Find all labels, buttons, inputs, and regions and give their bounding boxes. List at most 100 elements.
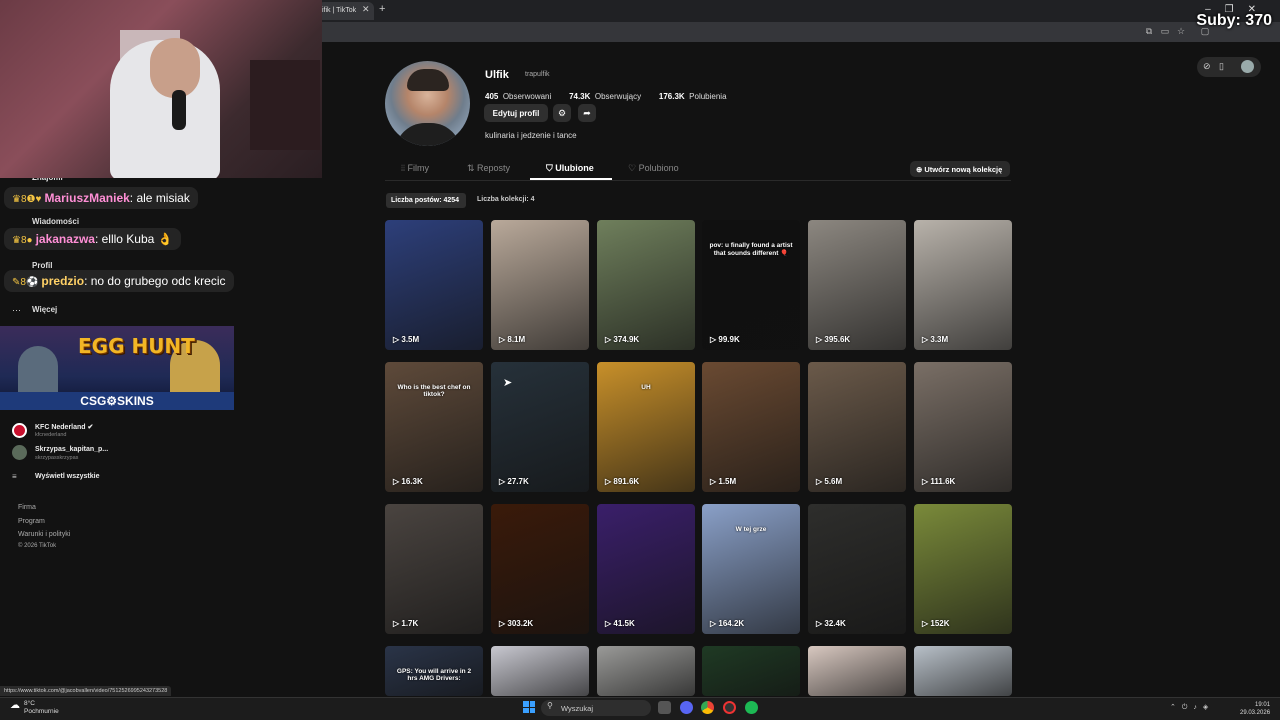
video-tile[interactable]: UH ▷ 891.6K bbox=[597, 362, 695, 492]
create-collection-button[interactable]: ⊕ Utwórz nową kolekcję bbox=[910, 161, 1010, 177]
chat-text: : no do grubego odc krecic bbox=[84, 274, 226, 288]
collections-count-chip[interactable]: Liczba kolekcji: 4 bbox=[477, 196, 535, 203]
clock-date: 29.03.2026 bbox=[1240, 710, 1271, 716]
video-caption: pov: u finally found a artist that sound… bbox=[709, 242, 793, 257]
video-views: ▷ 374.9K bbox=[605, 335, 640, 344]
video-views: ▷ 32.4K bbox=[816, 619, 846, 628]
see-all-link[interactable]: Wyświetl wszystkie bbox=[35, 473, 99, 480]
video-tile[interactable]: ▷ 1.7K bbox=[385, 504, 483, 634]
video-tile[interactable]: GPS: You will arrive in 2 hrs AMG Driver… bbox=[385, 646, 483, 696]
compass-icon[interactable]: ⊘ bbox=[1203, 61, 1211, 72]
sidebar-item-more[interactable]: Więcej bbox=[32, 305, 57, 314]
account-name[interactable]: Skrzypas_kapitan_p... bbox=[35, 446, 108, 453]
video-tile[interactable]: ▷ 3.5M bbox=[385, 220, 483, 350]
promo-brand: CSG⚙SKINS bbox=[0, 392, 234, 410]
device-icon[interactable]: ▯ bbox=[1219, 61, 1224, 72]
account-handle: kfcnederland bbox=[35, 432, 67, 438]
following-label: Obserwowani bbox=[502, 92, 552, 101]
video-tile[interactable]: ▷ 303.2K bbox=[491, 504, 589, 634]
profile-username: Ulfik bbox=[485, 69, 509, 81]
account-handle: skrzypasskrzypas bbox=[35, 455, 79, 461]
user-avatar[interactable] bbox=[1241, 60, 1254, 73]
sidebar-item-profile[interactable]: Profil bbox=[32, 261, 52, 270]
account-name[interactable]: KFC Nederland ✔ bbox=[35, 423, 93, 431]
search-icon: ⚲ bbox=[547, 701, 553, 710]
settings-icon[interactable]: ⚙ bbox=[553, 104, 571, 122]
new-tab-button[interactable]: + bbox=[379, 3, 385, 15]
video-tile[interactable] bbox=[597, 646, 695, 696]
spotify-icon[interactable] bbox=[745, 701, 758, 714]
video-views: ▷ 1.5M bbox=[710, 477, 737, 486]
footer-program[interactable]: Program bbox=[18, 518, 45, 525]
posts-count-chip[interactable]: Liczba postów: 4254 bbox=[386, 193, 466, 208]
video-tile[interactable]: ▷ 3.3M bbox=[914, 220, 1012, 350]
video-tile[interactable] bbox=[702, 646, 800, 696]
video-views: ▷ 8.1M bbox=[499, 335, 526, 344]
profile-stats: 405 Obserwowani 74.3K Obserwujący 176.3K… bbox=[485, 86, 727, 104]
video-tile[interactable]: ▷ 111.6K bbox=[914, 362, 1012, 492]
following-count[interactable]: 405 bbox=[485, 92, 498, 101]
tab-favorites[interactable]: ⛉ Ulubione bbox=[546, 163, 594, 174]
tabs-divider bbox=[385, 180, 1011, 181]
chat-badges: ♛8❶♥ bbox=[12, 194, 42, 205]
video-views: ▷ 152K bbox=[922, 619, 950, 628]
video-tile[interactable]: ▷ 5.6M bbox=[808, 362, 906, 492]
video-tile[interactable]: W tej grze ▷ 164.2K bbox=[702, 504, 800, 634]
video-tile[interactable]: ▷ 395.6K bbox=[808, 220, 906, 350]
video-tile[interactable]: pov: u finally found a artist that sound… bbox=[702, 220, 800, 350]
video-views: ▷ 395.6K bbox=[816, 335, 851, 344]
video-views: ▷ 5.6M bbox=[816, 477, 843, 486]
sidebar-item-messages[interactable]: Wiadomości bbox=[32, 217, 79, 226]
skrzypas-avatar[interactable] bbox=[12, 445, 27, 460]
video-caption: UH bbox=[641, 384, 651, 391]
mouse-cursor-icon: ➤ bbox=[503, 377, 513, 389]
video-views: ▷ 16.3K bbox=[393, 477, 423, 486]
profile-avatar[interactable] bbox=[385, 61, 470, 146]
translate-icon[interactable]: ⧉ bbox=[1144, 26, 1154, 36]
video-tile[interactable]: ▷ 374.9K bbox=[597, 220, 695, 350]
discord-icon[interactable] bbox=[680, 701, 693, 714]
video-tile[interactable]: ▷ 152K bbox=[914, 504, 1012, 634]
obs-icon[interactable] bbox=[723, 701, 736, 714]
followers-count[interactable]: 74.3K bbox=[569, 92, 590, 101]
subs-counter: Suby: 370 bbox=[1196, 12, 1272, 29]
avatar-shirt bbox=[395, 123, 461, 146]
tab-liked[interactable]: ♡ Polubiono bbox=[628, 163, 679, 174]
cast-icon[interactable]: ▭ bbox=[1160, 26, 1170, 36]
video-tile[interactable]: ▷ 32.4K bbox=[808, 504, 906, 634]
avatar-hair bbox=[407, 69, 449, 91]
chrome-icon[interactable] bbox=[701, 701, 714, 714]
video-tile[interactable]: ▷ 1.5M bbox=[702, 362, 800, 492]
tab-close-icon[interactable]: ✕ bbox=[362, 4, 370, 15]
footer-copyright: © 2026 TikTok bbox=[18, 543, 57, 549]
share-icon[interactable]: ➦ bbox=[578, 104, 596, 122]
clock[interactable]: 19:01 29.03.2026 bbox=[1240, 701, 1270, 717]
chat-user: predzio bbox=[41, 274, 85, 288]
video-tile[interactable]: ▷ 41.5K bbox=[597, 504, 695, 634]
video-tile[interactable] bbox=[491, 646, 589, 696]
video-tile[interactable] bbox=[914, 646, 1012, 696]
weather-desc: Pochmurnie bbox=[24, 708, 59, 715]
tab-videos[interactable]: ⦙⦙ Filmy bbox=[401, 163, 429, 174]
tray-icons[interactable]: ⌃⏻♪◈ bbox=[1170, 703, 1214, 712]
weather-widget[interactable]: 8°C Pochmurnie bbox=[24, 700, 59, 716]
footer-company[interactable]: Firma bbox=[18, 504, 36, 511]
video-tile[interactable]: Who is the best chef on tiktok? ▷ 16.3K bbox=[385, 362, 483, 492]
followers-label: Obserwujący bbox=[594, 92, 642, 101]
tab-reposts[interactable]: ⇅ Reposty bbox=[467, 163, 510, 174]
bookmark-star-icon[interactable]: ☆ bbox=[1176, 26, 1186, 36]
video-views: ▷ 1.7K bbox=[393, 619, 419, 628]
microphone bbox=[172, 90, 186, 130]
video-views: ▷ 41.5K bbox=[605, 619, 635, 628]
footer-terms[interactable]: Warunki i polityki bbox=[18, 531, 70, 538]
video-tile[interactable]: ▷ 8.1M bbox=[491, 220, 589, 350]
kfc-avatar[interactable] bbox=[12, 423, 27, 438]
webcam-overlay bbox=[0, 0, 322, 178]
chat-text: : ale misiak bbox=[129, 191, 190, 205]
task-view-icon[interactable] bbox=[658, 701, 671, 714]
video-caption: GPS: You will arrive in 2 hrs AMG Driver… bbox=[396, 668, 472, 682]
start-icon[interactable] bbox=[523, 701, 535, 713]
edit-profile-button[interactable]: Edytuj profil bbox=[484, 104, 548, 122]
taskbar-search[interactable]: Wyszukaj bbox=[541, 700, 651, 716]
video-tile[interactable] bbox=[808, 646, 906, 696]
